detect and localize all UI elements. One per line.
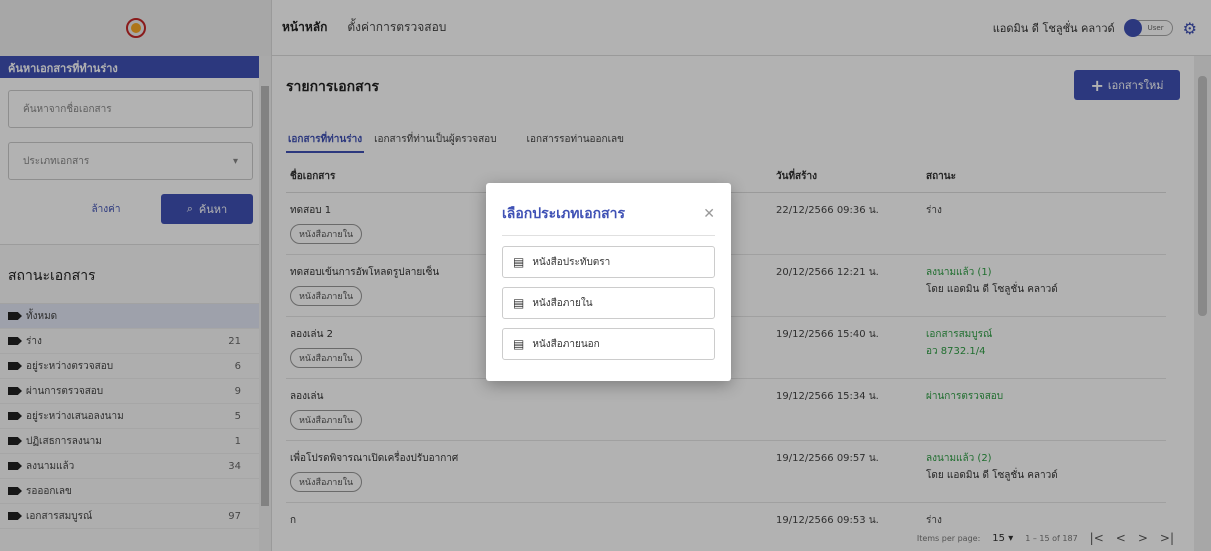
option-label: หนังสือภายใน [532,297,593,309]
document-type-dialog: เลือกประเภทเอกสาร ✕ ▤ หนังสือประทับตรา ▤ ห… [486,183,731,381]
document-add-icon: ▤ [513,337,525,351]
option-external-letter[interactable]: ▤ หนังสือภายนอก [502,328,715,360]
option-internal-letter[interactable]: ▤ หนังสือภายใน [502,287,715,319]
option-label: หนังสือภายนอก [532,338,600,350]
document-add-icon: ▤ [513,255,525,269]
option-sealed-letter[interactable]: ▤ หนังสือประทับตรา [502,246,715,278]
option-label: หนังสือประทับตรา [532,256,611,268]
dialog-title: เลือกประเภทเอกสาร [502,206,626,222]
document-add-icon: ▤ [513,296,525,310]
close-icon[interactable]: ✕ [703,206,715,222]
